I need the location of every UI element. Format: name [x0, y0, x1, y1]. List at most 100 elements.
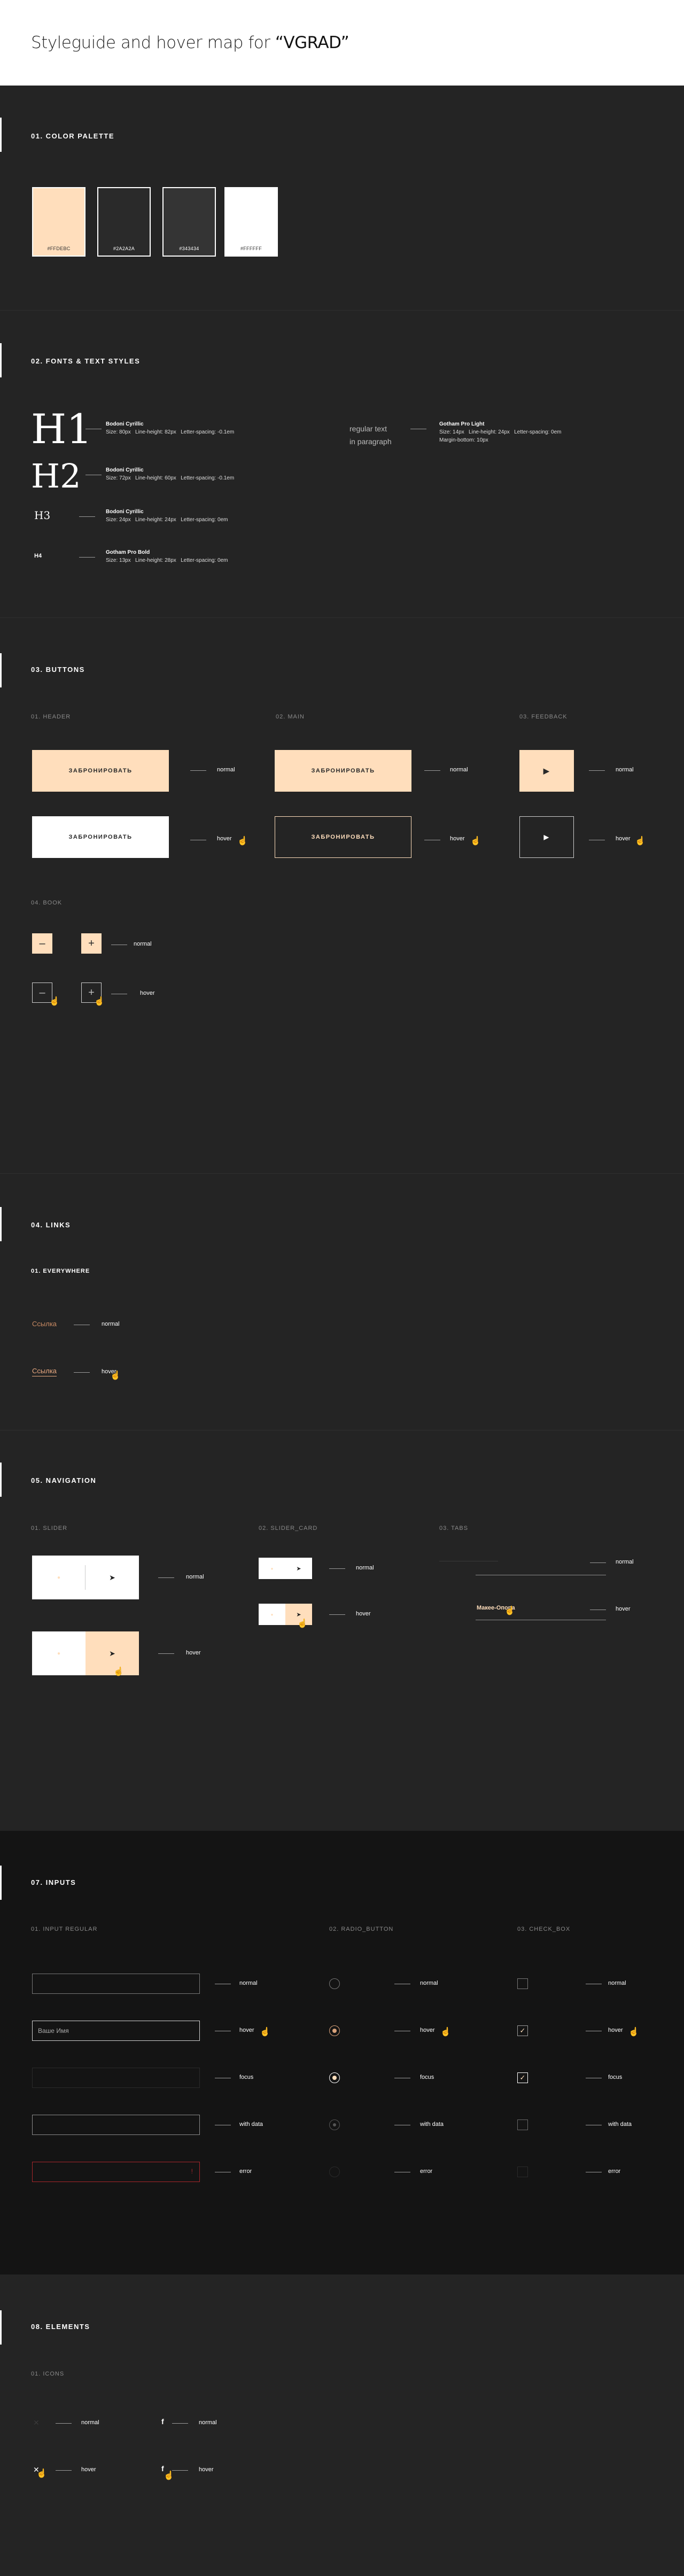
divider — [0, 617, 684, 618]
slider-nav-normal: ● ➤ — [32, 1556, 139, 1599]
cursor-hand-icon: ☝ — [110, 1371, 121, 1380]
state-label: hover — [199, 2466, 214, 2473]
checkbox-normal[interactable] — [517, 1978, 528, 1989]
h2-meta: Bodoni Cyrillic Size: 72px Line-height: 6… — [106, 467, 235, 481]
input-with-data[interactable] — [32, 2115, 200, 2135]
plus-button-normal[interactable]: + — [81, 933, 102, 954]
arrow-right-icon: ➤ — [296, 1611, 301, 1618]
main-book-button-hover[interactable]: ЗАБРОНИРОВАТЬ — [275, 816, 411, 858]
input-normal[interactable] — [32, 1974, 200, 1994]
checkbox-error[interactable] — [517, 2167, 528, 2177]
label-radio: 02. RADIO_BUTTON — [329, 1926, 394, 1932]
cursor-hand-icon: ☝ — [470, 837, 481, 846]
state-label: normal — [199, 2419, 217, 2426]
h1-meta: Bodoni Cyrillic Size: 80px Line-height: 8… — [106, 421, 235, 435]
label-slider: 01. SLIDER — [31, 1525, 68, 1531]
state-label: hover — [239, 2027, 254, 2033]
radio-focus[interactable] — [329, 2072, 340, 2083]
input-error[interactable]: ! — [32, 2162, 200, 2182]
section-title-navigation: 05. NAVIGATION — [31, 1476, 97, 1484]
header-book-button-hover[interactable]: ЗАБРОНИРОВАТЬ — [32, 816, 169, 858]
cursor-hand-icon: ☝ — [440, 2028, 451, 2037]
divider — [0, 310, 684, 311]
cursor-hand-icon: ☝ — [94, 997, 105, 1006]
facebook-icon[interactable]: f — [161, 2417, 164, 2426]
h4-sample: H4 — [34, 553, 42, 559]
link-hover[interactable]: Ссылка — [32, 1367, 57, 1376]
state-label: hover — [356, 1611, 371, 1617]
section-marker — [0, 1866, 2, 1900]
label-input-regular: 01. INPUT REGULAR — [31, 1926, 98, 1932]
state-label: focus — [608, 2074, 623, 2080]
state-label: hover — [616, 1606, 631, 1612]
state-label: normal — [81, 2419, 99, 2426]
checkbox-hover[interactable]: ✓ — [517, 2025, 528, 2036]
h3-sample: H3 — [34, 509, 51, 522]
dash — [172, 2470, 188, 2471]
dash — [589, 770, 605, 771]
minus-icon: – — [39, 986, 45, 999]
link-normal[interactable]: Ссылка — [32, 1320, 57, 1328]
arrow-left-icon: ● — [57, 1574, 61, 1581]
cursor-hand-icon: ☝ — [635, 837, 646, 846]
state-label: hover — [140, 990, 155, 996]
play-icon: ▶ — [543, 766, 550, 775]
cursor-hand-icon: ☝ — [113, 1667, 124, 1676]
state-label: normal — [616, 1559, 634, 1565]
checkbox-with-data[interactable] — [517, 2119, 528, 2130]
header-book-button-normal[interactable]: ЗАБРОНИРОВАТЬ — [32, 750, 169, 792]
check-icon: ✓ — [519, 2026, 526, 2035]
h4-meta: Gotham Pro Bold Size: 13px Line-height: 2… — [106, 550, 228, 563]
state-label: normal — [134, 941, 152, 947]
swatch-peach: #FFDEBC — [32, 187, 86, 257]
cursor-hand-icon: ☝ — [504, 1606, 515, 1615]
slider-next-button[interactable]: ➤ — [86, 1556, 139, 1599]
dash — [74, 1372, 90, 1373]
arrow-right-icon: ➤ — [109, 1573, 115, 1582]
h2-sample: H2 — [31, 457, 81, 496]
minus-button-normal[interactable]: – — [32, 933, 52, 954]
section-marker — [0, 118, 2, 152]
feedback-play-button-hover[interactable]: ▶ — [519, 816, 574, 858]
dash — [56, 2470, 72, 2471]
divider — [0, 1173, 684, 1174]
card-prev-button[interactable]: ● — [259, 1558, 285, 1579]
section-title-palette: 01. COLOR PALETTE — [31, 132, 114, 140]
checkbox-focus[interactable]: ✓ — [517, 2072, 528, 2083]
feedback-play-button-normal[interactable]: ▶ — [519, 750, 574, 792]
label-main: 02. MAIN — [276, 714, 305, 720]
cursor-hand-icon: ☝ — [164, 2471, 174, 2480]
plus-icon: + — [88, 937, 95, 949]
radio-error[interactable] — [329, 2167, 340, 2177]
state-label: normal — [616, 767, 634, 773]
state-label: normal — [186, 1574, 204, 1580]
card-prev-button[interactable]: ● — [259, 1604, 285, 1625]
close-icon[interactable]: ✕ — [33, 2418, 40, 2427]
state-label: focus — [420, 2074, 434, 2080]
slider-prev-button[interactable]: ● — [32, 1631, 86, 1675]
radio-with-data[interactable] — [329, 2119, 340, 2130]
dash — [590, 1562, 606, 1563]
label-tabs: 03. TABS — [439, 1525, 469, 1531]
swatch-white: #FFFFFF — [224, 187, 278, 257]
label-icons: 01. ICONS — [31, 2371, 65, 2377]
h1-sample: H1 — [31, 405, 92, 453]
state-label: normal — [356, 1565, 374, 1571]
radio-hover[interactable] — [329, 2025, 340, 2036]
input-focus[interactable] — [32, 2068, 200, 2088]
cursor-hand-icon: ☝ — [49, 997, 60, 1006]
paragraph-meta: Gotham Pro Light Size: 14px Line-height: … — [439, 421, 562, 443]
state-label: with data — [239, 2121, 263, 2128]
radio-normal[interactable] — [329, 1978, 340, 1989]
main-book-button-normal[interactable]: ЗАБРОНИРОВАТЬ — [275, 750, 411, 792]
input-hover[interactable]: Ваше Имя — [32, 2021, 200, 2041]
state-label: normal — [217, 767, 235, 773]
play-icon: ▶ — [543, 833, 550, 841]
slider-next-button[interactable]: ➤ — [86, 1631, 139, 1675]
card-next-button[interactable]: ➤ — [285, 1558, 312, 1579]
slider-prev-button[interactable]: ● — [32, 1556, 86, 1599]
cursor-hand-icon: ☝ — [628, 2028, 639, 2037]
section-title-buttons: 03. BUTTONS — [31, 666, 85, 674]
state-label: hover — [81, 2466, 96, 2473]
state-label: normal — [608, 1980, 626, 1986]
